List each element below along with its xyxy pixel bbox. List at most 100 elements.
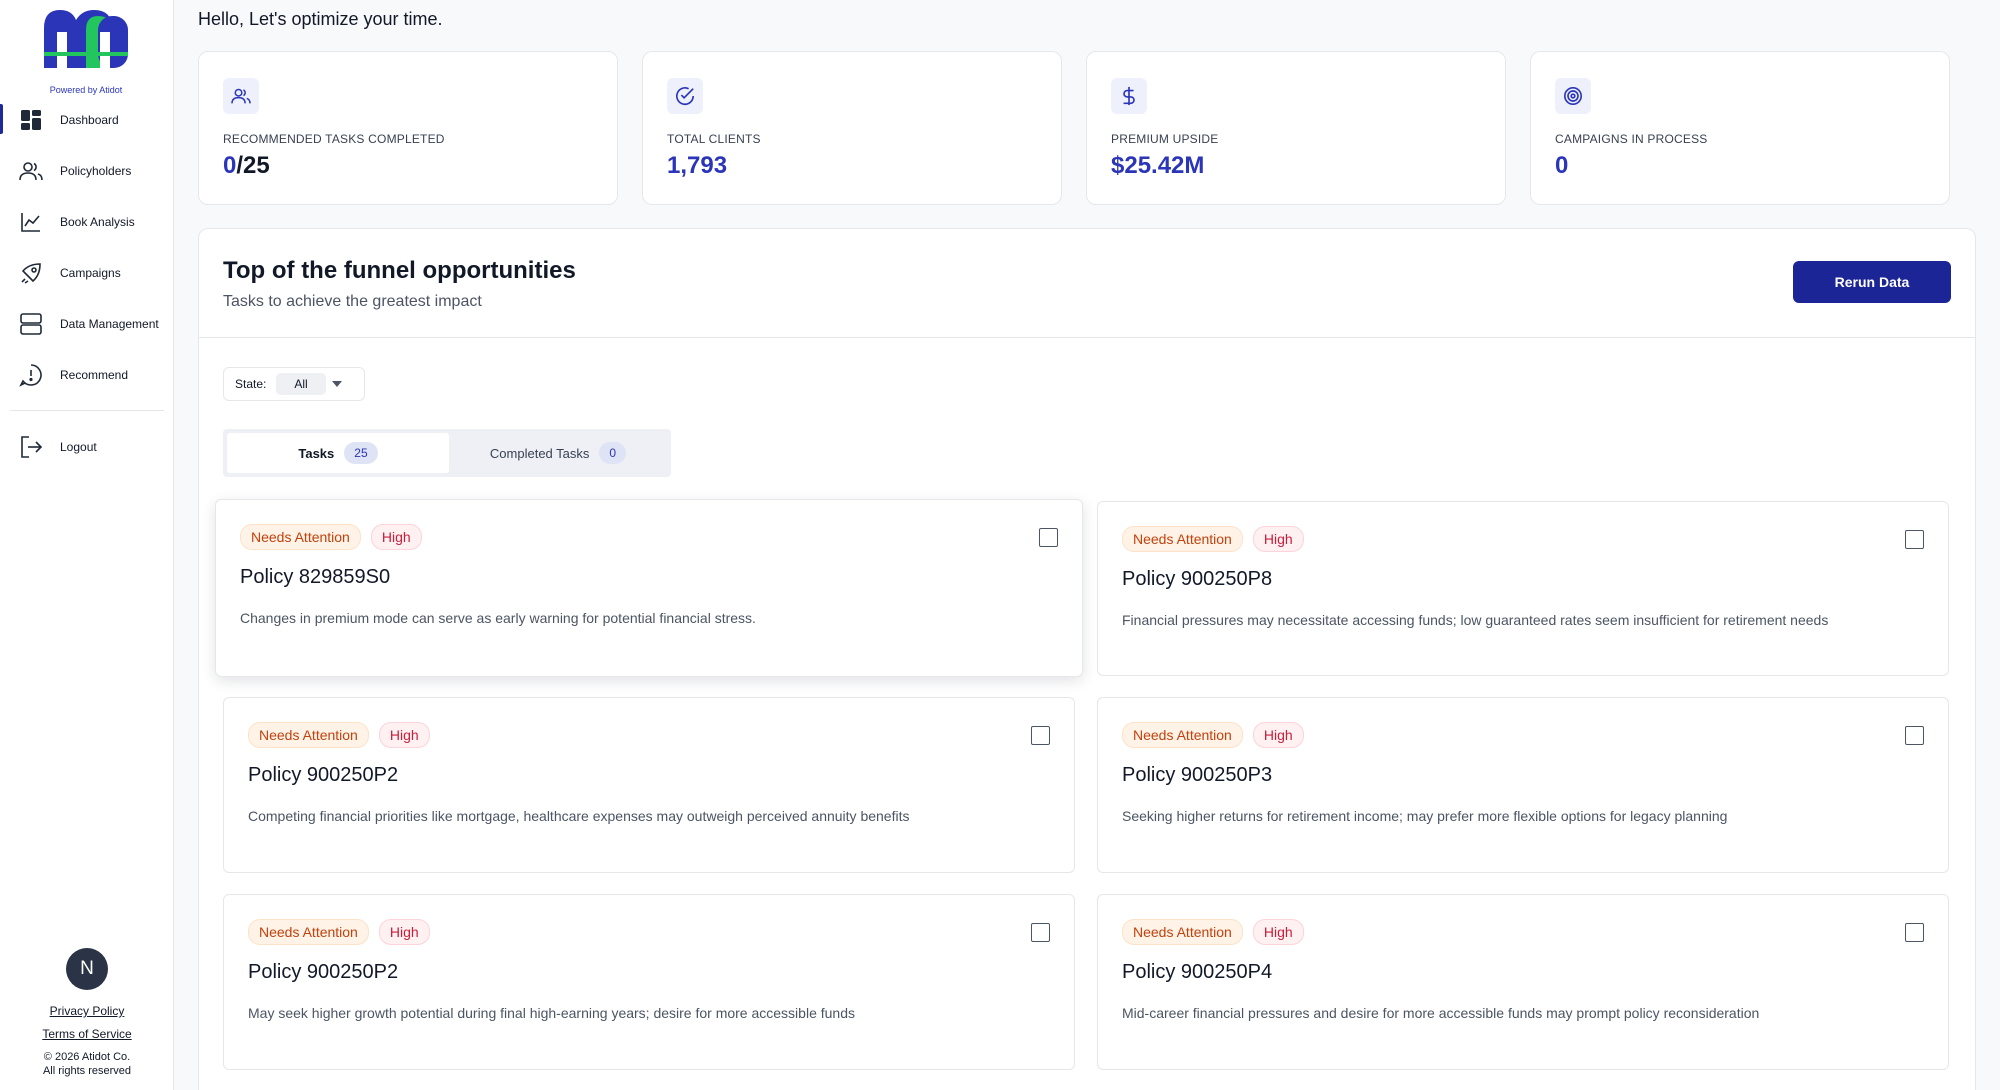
- avatar[interactable]: N: [66, 948, 108, 990]
- task-tabs: Tasks 25 Completed Tasks 0: [223, 429, 671, 477]
- state-filter-label: State:: [235, 377, 267, 391]
- stat-card-tasks-completed: RECOMMENDED TASKS COMPLETED 0/25: [198, 51, 618, 205]
- task-checkbox[interactable]: [1039, 528, 1058, 547]
- priority-badge: High: [378, 722, 430, 748]
- panel-subtitle: Tasks to achieve the greatest impact: [223, 293, 482, 310]
- alert-bubble-icon: [18, 362, 44, 388]
- status-badge: Needs Attention: [248, 722, 369, 748]
- sidebar-item-data-management[interactable]: Data Management: [0, 298, 174, 349]
- task-card[interactable]: Needs Attention High Policy 900250P3 See…: [1097, 697, 1949, 873]
- task-card[interactable]: Needs Attention High Policy 900250P4 Mid…: [1097, 894, 1949, 1070]
- stat-card-total-clients: TOTAL CLIENTS 1,793: [642, 51, 1062, 205]
- status-badge: Needs Attention: [248, 919, 369, 945]
- task-card[interactable]: Needs Attention High Policy 900250P2 Com…: [223, 697, 1075, 873]
- sidebar: Powered by Atidot Dashboard Policyholder…: [0, 0, 174, 1090]
- stats-row: RECOMMENDED TASKS COMPLETED 0/25 TOTAL C…: [198, 51, 1976, 205]
- status-badge: Needs Attention: [1122, 722, 1243, 748]
- status-badge: Needs Attention: [1122, 526, 1243, 552]
- task-title: Policy 900250P2: [248, 764, 399, 786]
- greeting: Hello, Let's optimize your time.: [198, 9, 443, 29]
- task-checkbox[interactable]: [1031, 726, 1050, 745]
- task-badges: Needs Attention High: [1122, 526, 1304, 552]
- tab-count-badge: 0: [599, 442, 627, 464]
- target-icon: [1555, 78, 1591, 114]
- task-title: Policy 829859S0: [240, 566, 391, 588]
- priority-badge: High: [1252, 526, 1304, 552]
- task-card[interactable]: Needs Attention High Policy 900250P8 Fin…: [1097, 501, 1949, 676]
- task-card[interactable]: Needs Attention High Policy 829859S0 Cha…: [215, 499, 1083, 677]
- stat-value: 1,793: [667, 152, 1037, 180]
- state-filter[interactable]: State: All: [223, 367, 365, 401]
- tab-completed-tasks[interactable]: Completed Tasks 0: [449, 433, 667, 473]
- sidebar-item-label: Policyholders: [60, 163, 132, 178]
- privacy-policy-link[interactable]: Privacy Policy: [0, 1004, 174, 1018]
- logout-icon: [18, 434, 44, 460]
- task-checkbox[interactable]: [1905, 923, 1924, 942]
- stat-label: PREMIUM UPSIDE: [1111, 132, 1219, 146]
- tab-label: Completed Tasks: [489, 445, 590, 461]
- task-description: May seek higher growth potential during …: [248, 1005, 855, 1021]
- sidebar-item-label: Book Analysis: [60, 214, 135, 229]
- line-chart-icon: [18, 209, 44, 235]
- sidebar-nav: Dashboard Policyholders Book Analysis Ca…: [0, 94, 174, 472]
- panel-title: Top of the funnel opportunities: [223, 257, 576, 284]
- task-card[interactable]: Needs Attention High Policy 900250P2 May…: [223, 894, 1075, 1070]
- check-circle-icon: [667, 78, 703, 114]
- atidot-logo[interactable]: Powered by Atidot: [42, 6, 130, 95]
- terms-of-service-link[interactable]: Terms of Service: [0, 1027, 174, 1041]
- priority-badge: High: [370, 524, 422, 550]
- task-title: Policy 900250P2: [248, 961, 399, 983]
- sidebar-item-policyholders[interactable]: Policyholders: [0, 145, 174, 196]
- logout-label: Logout: [60, 439, 97, 454]
- dashboard-grid-icon: [18, 107, 44, 133]
- task-checkbox[interactable]: [1905, 530, 1924, 549]
- stat-value: 0/25: [223, 152, 593, 180]
- task-title: Policy 900250P4: [1122, 961, 1273, 983]
- copyright-line-1: © 2026 Atidot Co.: [43, 1051, 131, 1063]
- sidebar-item-dashboard[interactable]: Dashboard: [0, 94, 174, 145]
- stat-value-main: 0: [223, 152, 237, 179]
- stat-value: $25.42M: [1111, 152, 1481, 180]
- task-description: Financial pressures may necessitate acce…: [1122, 612, 1829, 628]
- sidebar-item-label: Campaigns: [60, 265, 121, 280]
- sidebar-item-book-analysis[interactable]: Book Analysis: [0, 196, 174, 247]
- sidebar-divider: [10, 410, 164, 411]
- chevron-down-icon: [331, 381, 342, 387]
- sidebar-item-campaigns[interactable]: Campaigns: [0, 247, 174, 298]
- task-title: Policy 900250P3: [1122, 764, 1273, 786]
- task-description: Seeking higher returns for retirement in…: [1122, 808, 1728, 824]
- task-checkbox[interactable]: [1905, 726, 1924, 745]
- stat-value: 0: [1555, 152, 1925, 180]
- task-badges: Needs Attention High: [1122, 722, 1304, 748]
- task-badges: Needs Attention High: [1122, 919, 1304, 945]
- priority-badge: High: [378, 919, 430, 945]
- logout-button[interactable]: Logout: [0, 421, 174, 472]
- status-badge: Needs Attention: [240, 524, 361, 550]
- stat-value-suffix: /25: [236, 152, 270, 179]
- stat-label: TOTAL CLIENTS: [667, 132, 761, 146]
- rerun-data-button[interactable]: Rerun Data: [1793, 261, 1951, 303]
- sidebar-item-recommend[interactable]: Recommend: [0, 349, 174, 400]
- stat-label: CAMPAIGNS IN PROCESS: [1555, 132, 1708, 146]
- tab-label: Tasks: [298, 445, 335, 461]
- sidebar-item-label: Recommend: [60, 367, 129, 382]
- tab-count-badge: 25: [344, 442, 378, 464]
- stat-card-premium-upside: PREMIUM UPSIDE $25.42M: [1086, 51, 1506, 205]
- task-checkbox[interactable]: [1031, 923, 1050, 942]
- status-badge: Needs Attention: [1122, 919, 1243, 945]
- task-title: Policy 900250P8: [1122, 568, 1273, 590]
- priority-badge: High: [1252, 722, 1304, 748]
- sidebar-item-label: Data Management: [60, 316, 159, 331]
- task-badges: Needs Attention High: [248, 722, 430, 748]
- sidebar-footer: N Privacy Policy Terms of Service © 2026…: [0, 948, 174, 1090]
- tab-tasks[interactable]: Tasks 25: [227, 433, 449, 473]
- sidebar-item-label: Dashboard: [60, 112, 119, 127]
- users-icon: [18, 158, 44, 184]
- state-filter-value: All: [276, 373, 326, 395]
- task-badges: Needs Attention High: [248, 919, 430, 945]
- task-description: Changes in premium mode can serve as ear…: [240, 610, 756, 626]
- copyright-line-2: All rights reserved: [42, 1065, 132, 1077]
- opportunities-panel: Top of the funnel opportunities Tasks to…: [198, 228, 1976, 1090]
- dollar-icon: [1111, 78, 1147, 114]
- task-badges: Needs Attention High: [240, 524, 422, 550]
